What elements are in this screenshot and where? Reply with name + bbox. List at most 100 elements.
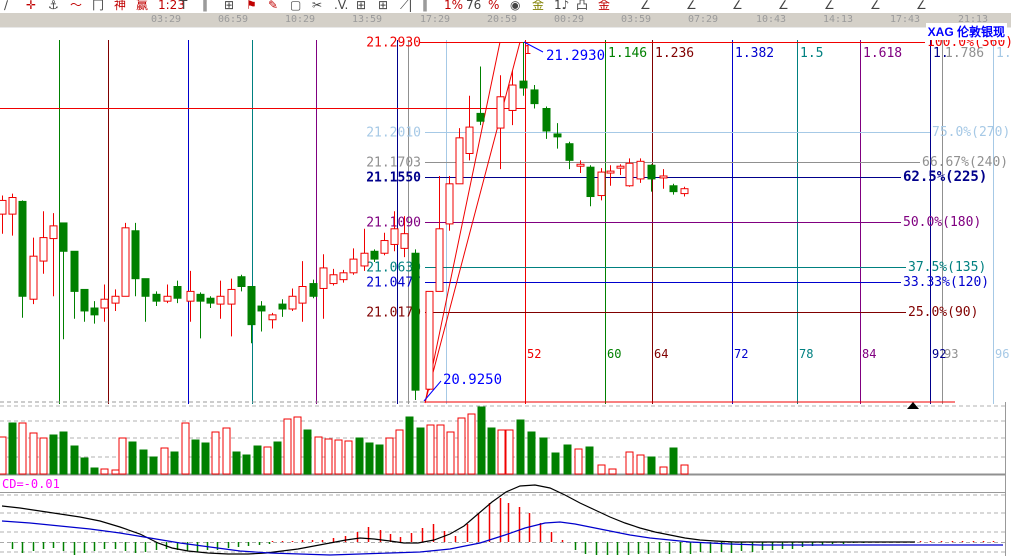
percent1-icon[interactable]: 1% (444, 0, 463, 13)
price-annotation-label: 20.9250 (443, 372, 502, 388)
volume-bar (458, 418, 465, 474)
candle (607, 171, 614, 173)
candle (174, 287, 181, 299)
volume-bar (264, 447, 271, 474)
candle (258, 306, 265, 311)
volume-bar (254, 446, 261, 474)
candle (217, 296, 224, 304)
volume-bar (223, 428, 230, 474)
volume-bar (528, 432, 535, 474)
candle (670, 186, 677, 192)
candles-layer (0, 42, 688, 400)
candle (637, 161, 644, 179)
bar-count-label: 64 (654, 347, 668, 361)
candle (509, 85, 516, 110)
volume-bar (406, 417, 413, 474)
candle (40, 238, 47, 261)
wave-tool-icon[interactable]: .V. (334, 0, 348, 13)
gann-angle1-icon[interactable]: ∠ (640, 0, 651, 13)
gann-angle2-icon[interactable]: ∠ (686, 0, 697, 13)
candle (50, 226, 57, 239)
macd-value-label: CD=-0.01 (2, 477, 60, 491)
grid2-tool-icon[interactable]: ⊞ (356, 0, 366, 13)
volume-bar (366, 443, 373, 474)
gann-angle4-icon[interactable]: ∠ (778, 0, 789, 13)
shen-tool-icon[interactable]: 神 (114, 0, 126, 13)
gann-angle7-icon[interactable]: ∠ (916, 0, 927, 13)
pencil-tool-icon[interactable]: ✎ (268, 0, 278, 13)
fib-ratio-label: 1.236 (655, 46, 694, 61)
chart-canvas[interactable]: 21.293021.201021.170321.155021.109021.06… (0, 26, 1011, 556)
volume-bar (129, 442, 136, 474)
volume-bar (540, 438, 547, 474)
fib-ratio-label: 1.618 (863, 46, 902, 61)
volume-bar (552, 453, 559, 474)
volume-bar (660, 467, 667, 474)
line-tool-icon[interactable]: ∕ (4, 0, 8, 13)
gold2-tool-icon[interactable]: 金 (598, 0, 610, 13)
divider-icon[interactable]: ∥ (422, 0, 428, 13)
gann-angle6-icon[interactable]: ∠ (870, 0, 881, 13)
volume-bar (19, 423, 26, 474)
volume-bar (9, 423, 16, 474)
fib-retracement-lines[interactable] (419, 43, 930, 313)
volume-bar (417, 428, 424, 474)
app-window: ∕✛⚓〜冂神赢1:23T∥⊞⚑✎▢✂.V.⊞⊞⟋|∥1%76%◉金1♪凸金∠∠∠… (0, 0, 1011, 556)
candle (543, 109, 550, 131)
volume-bar (681, 465, 688, 474)
scissors-tool-icon[interactable]: ✂ (312, 0, 322, 13)
time-axis-label: 20:59 (487, 14, 517, 25)
volume-bar (468, 414, 475, 474)
parallel-lines-icon[interactable]: ∥ (202, 0, 208, 13)
number76-icon[interactable]: 76 (466, 0, 481, 13)
note-tool-icon[interactable]: 1♪ (554, 0, 569, 13)
candle (187, 291, 194, 301)
anchor-tool-icon[interactable]: ⚓ (48, 0, 59, 13)
fib-percent-label: 62.5%(225) (903, 169, 987, 185)
ying-tool-icon[interactable]: 赢 (136, 0, 148, 13)
volume-bar (101, 469, 108, 474)
candle (520, 81, 527, 88)
candle (477, 113, 484, 121)
macd-layer (2, 485, 1003, 555)
fib-price-label: 21.2010 (366, 126, 421, 141)
candle (660, 176, 667, 178)
region-tool-icon[interactable]: ▢ (290, 0, 301, 13)
circle-tool-icon[interactable]: ◉ (510, 0, 520, 13)
volume-bar (345, 441, 352, 474)
candle (598, 172, 605, 195)
gold-tool-icon[interactable]: 金 (532, 0, 544, 13)
volume-bar (315, 437, 322, 474)
volume-bar (498, 430, 505, 474)
candle (350, 259, 357, 273)
volume-bar (575, 449, 582, 474)
ruler-tool-icon[interactable]: ⟋| (400, 0, 412, 13)
volume-bar (119, 438, 126, 474)
gann-angle5-icon[interactable]: ∠ (824, 0, 835, 13)
gate-tool-icon[interactable]: 冂 (92, 0, 104, 13)
volume-bar (517, 420, 524, 474)
bar-count-label: 78 (799, 347, 813, 361)
mound-tool-icon[interactable]: 凸 (576, 0, 588, 13)
candle (238, 277, 245, 287)
grid3-tool-icon[interactable]: ⊞ (378, 0, 388, 13)
volume-bar (609, 469, 616, 474)
panel-gridlines (0, 406, 1005, 552)
candle (371, 251, 378, 259)
candle (248, 287, 255, 325)
candle (381, 241, 388, 254)
crosshair-icon[interactable]: ✛ (26, 0, 36, 13)
candle (60, 223, 67, 251)
curve-tool-icon[interactable]: 〜 (70, 0, 82, 13)
percent2-icon[interactable]: % (488, 0, 499, 13)
grid-tool-icon[interactable]: ⊞ (224, 0, 234, 13)
text-tool-icon[interactable]: T (180, 0, 187, 13)
volume-bar (396, 430, 403, 474)
candle (361, 253, 368, 266)
fib-price-label: 21.1703 (366, 156, 421, 171)
flag-tool-icon[interactable]: ⚑ (246, 0, 257, 13)
candle (330, 275, 337, 284)
time-axis-label: 10:43 (756, 14, 786, 25)
candle (122, 228, 129, 296)
gann-angle3-icon[interactable]: ∠ (732, 0, 743, 13)
